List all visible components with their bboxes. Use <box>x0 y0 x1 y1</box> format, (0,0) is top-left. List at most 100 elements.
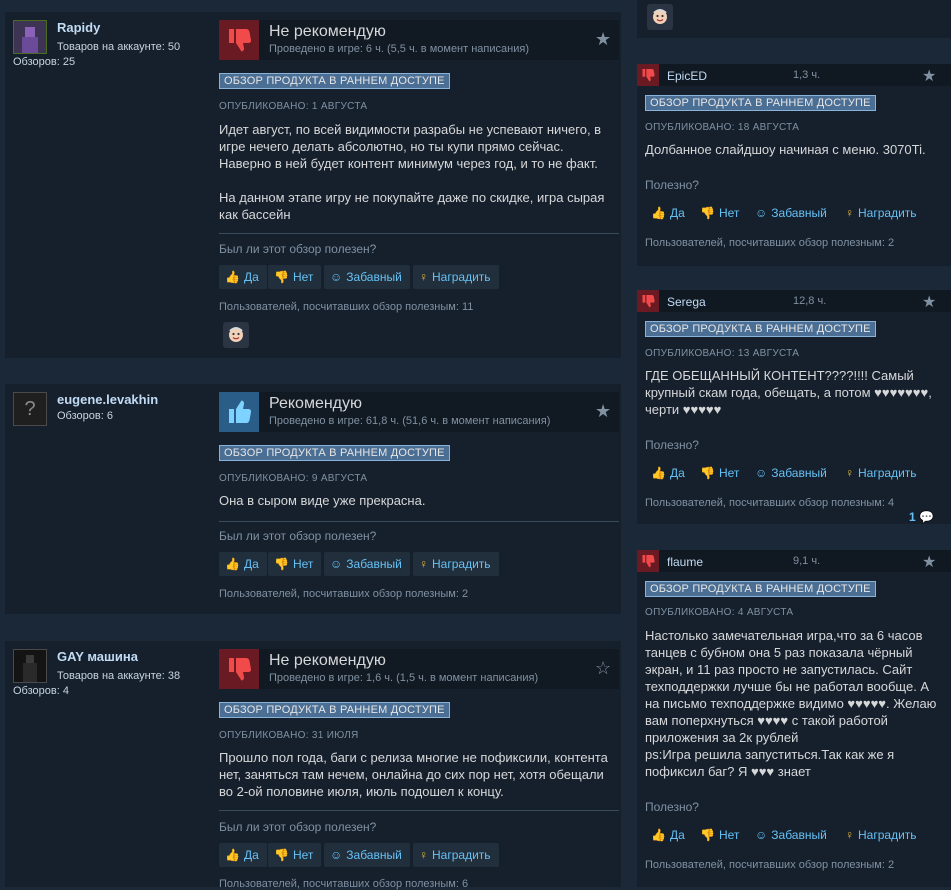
review-card: GAY машина Товаров на аккаунте: 38 Обзор… <box>5 641 621 890</box>
review-verdict[interactable]: Не рекомендую <box>269 23 386 41</box>
vote-funny-button[interactable]: ☺ Забавный <box>324 265 410 289</box>
vote-yes-button[interactable]: 👍 Да <box>219 265 267 289</box>
posted-date: ОПУБЛИКОВАНО: 31 ИЮЛЯ <box>219 730 359 741</box>
vote-funny-button[interactable]: ☺ Забавный <box>324 843 410 867</box>
review-text: Настолько замечательная игра,что за 6 ча… <box>645 628 937 779</box>
side-review-card: EpicED 1,3 ч. ★ ОБЗОР ПРОДУКТА В РАННЕМ … <box>637 64 951 266</box>
award-button[interactable]: ♀ Наградить <box>413 552 499 576</box>
smile-icon: ☺ <box>330 848 343 862</box>
helpful-count: Пользователей, посчитавших обзор полезны… <box>219 878 469 890</box>
review-text: Прошло пол года, баги с релиза многие не… <box>219 750 608 799</box>
vote-yes-button[interactable]: 👍 Да <box>219 552 267 576</box>
vote-yes-button[interactable]: 👍 Да <box>219 843 267 867</box>
vote-funny-button[interactable]: ☺ Забавный <box>749 823 835 847</box>
award-badge-icon[interactable] <box>647 4 673 30</box>
award-icon: ♀ <box>845 206 854 220</box>
award-button[interactable]: ♀ Наградить <box>839 461 925 485</box>
reviews-count[interactable]: Обзоров: 4 <box>13 685 69 697</box>
review-text: ГДЕ ОБЕЩАННЫЙ КОНТЕНТ????!!!! Самый круп… <box>645 368 932 417</box>
username[interactable]: eugene.levakhin <box>57 392 158 407</box>
avatar[interactable] <box>13 649 47 683</box>
divider <box>219 810 619 811</box>
thumbs-up-icon: 👍 <box>651 466 666 480</box>
side-username[interactable]: Serega <box>667 295 706 309</box>
reviews-count[interactable]: Обзоров: 25 <box>13 56 75 68</box>
helpful-count: Пользователей, посчитавших обзор полезны… <box>645 497 895 509</box>
avatar[interactable]: ? <box>13 392 47 426</box>
award-button[interactable]: ♀ Наградить <box>413 843 499 867</box>
helpful-count: Пользователей, посчитавших обзор полезны… <box>645 237 895 249</box>
side-review-card: Serega 12,8 ч. ★ ОБЗОР ПРОДУКТА В РАННЕМ… <box>637 290 951 524</box>
side-review-card: flaume 9,1 ч. ★ ОБЗОР ПРОДУКТА В РАННЕМ … <box>637 550 951 887</box>
thumbs-down-icon: 👎 <box>700 466 715 480</box>
playtime: Проведено в игре: 1,6 ч. (1,5 ч. в момен… <box>269 672 539 684</box>
thumbs-down-icon: 👎 <box>700 206 715 220</box>
thumbs-down-icon: 👎 <box>274 848 289 862</box>
side-username[interactable]: EpicED <box>667 69 707 83</box>
helpful-count: Пользователей, посчитавших обзор полезны… <box>219 588 469 600</box>
divider <box>219 521 619 522</box>
vote-no-button[interactable]: 👎 Нет <box>268 552 322 576</box>
review-text: Она в сыром виде уже прекрасна. <box>219 493 426 508</box>
playtime: Проведено в игре: 6 ч. (5,5 ч. в момент … <box>269 43 529 55</box>
thumbs-down-icon <box>219 20 259 60</box>
vote-yes-button[interactable]: 👍 Да <box>645 823 693 847</box>
helpful-count: Пользователей, посчитавших обзор полезны… <box>219 301 474 313</box>
thumbs-down-icon <box>637 64 659 86</box>
products-owned[interactable]: Товаров на аккаунте: 38 <box>57 670 180 682</box>
side-playtime: 12,8 ч. <box>793 295 827 307</box>
early-access-badge: ОБЗОР ПРОДУКТА В РАННЕМ ДОСТУПЕ <box>645 581 876 597</box>
smile-icon: ☺ <box>755 828 768 842</box>
vote-no-button[interactable]: 👎 Нет <box>694 823 747 847</box>
thumbs-up-icon: 👍 <box>225 848 240 862</box>
thumbs-up-icon: 👍 <box>225 270 240 284</box>
award-button[interactable]: ♀ Наградить <box>839 201 925 225</box>
vote-no-button[interactable]: 👎 Нет <box>268 265 322 289</box>
comment-count-link[interactable]: 1 💬 <box>909 510 934 524</box>
award-icon: ♀ <box>845 828 854 842</box>
star-icon[interactable]: ★ <box>595 29 611 50</box>
award-icon: ♀ <box>419 557 428 571</box>
smile-icon: ☺ <box>330 557 343 571</box>
vote-no-button[interactable]: 👎 Нет <box>268 843 322 867</box>
vote-no-button[interactable]: 👎 Нет <box>694 201 747 225</box>
products-owned[interactable]: Товаров на аккаунте: 50 <box>57 41 180 53</box>
thumbs-down-icon: 👎 <box>700 828 715 842</box>
award-icon: ♀ <box>419 848 428 862</box>
thumbs-down-icon: 👎 <box>274 270 289 284</box>
award-badge-icon[interactable] <box>223 322 249 348</box>
star-icon[interactable]: ★ <box>922 292 936 312</box>
username[interactable]: Rapidy <box>57 20 100 35</box>
award-icon: ♀ <box>419 270 428 284</box>
early-access-badge: ОБЗОР ПРОДУКТА В РАННЕМ ДОСТУПЕ <box>645 321 876 337</box>
star-icon[interactable]: ★ <box>922 66 936 86</box>
smile-icon: ☺ <box>755 206 768 220</box>
vote-funny-button[interactable]: ☺ Забавный <box>749 201 835 225</box>
side-username[interactable]: flaume <box>667 555 703 569</box>
thumbs-up-icon <box>219 392 259 432</box>
review-verdict[interactable]: Рекомендую <box>269 395 362 413</box>
vote-yes-button[interactable]: 👍 Да <box>645 461 693 485</box>
star-icon[interactable]: ★ <box>922 552 936 572</box>
username[interactable]: GAY машина <box>57 649 138 664</box>
avatar[interactable] <box>13 20 47 54</box>
star-icon[interactable]: ★ <box>595 401 611 422</box>
side-playtime: 1,3 ч. <box>793 69 821 81</box>
posted-date: ОПУБЛИКОВАНО: 18 АВГУСТА <box>645 122 800 133</box>
award-button[interactable]: ♀ Наградить <box>839 823 925 847</box>
star-outline-icon[interactable]: ☆ <box>595 658 611 679</box>
vote-yes-button[interactable]: 👍 Да <box>645 201 693 225</box>
vote-no-button[interactable]: 👎 Нет <box>694 461 747 485</box>
side-review-card <box>637 0 951 38</box>
vote-funny-button[interactable]: ☺ Забавный <box>749 461 835 485</box>
comment-icon: 💬 <box>919 510 934 524</box>
reviews-count[interactable]: Обзоров: 6 <box>57 410 113 422</box>
vote-funny-button[interactable]: ☺ Забавный <box>324 552 410 576</box>
posted-date: ОПУБЛИКОВАНО: 1 АВГУСТА <box>219 101 368 112</box>
review-verdict[interactable]: Не рекомендую <box>269 652 386 670</box>
award-button[interactable]: ♀ Наградить <box>413 265 499 289</box>
review-text: Идет август, по всей видимости разрабы н… <box>219 122 605 222</box>
helpful-question: Был ли этот обзор полезен? <box>219 529 377 543</box>
divider <box>219 233 619 234</box>
review-text: Долбанное слайдшоу начиная с меню. 3070T… <box>645 142 926 157</box>
